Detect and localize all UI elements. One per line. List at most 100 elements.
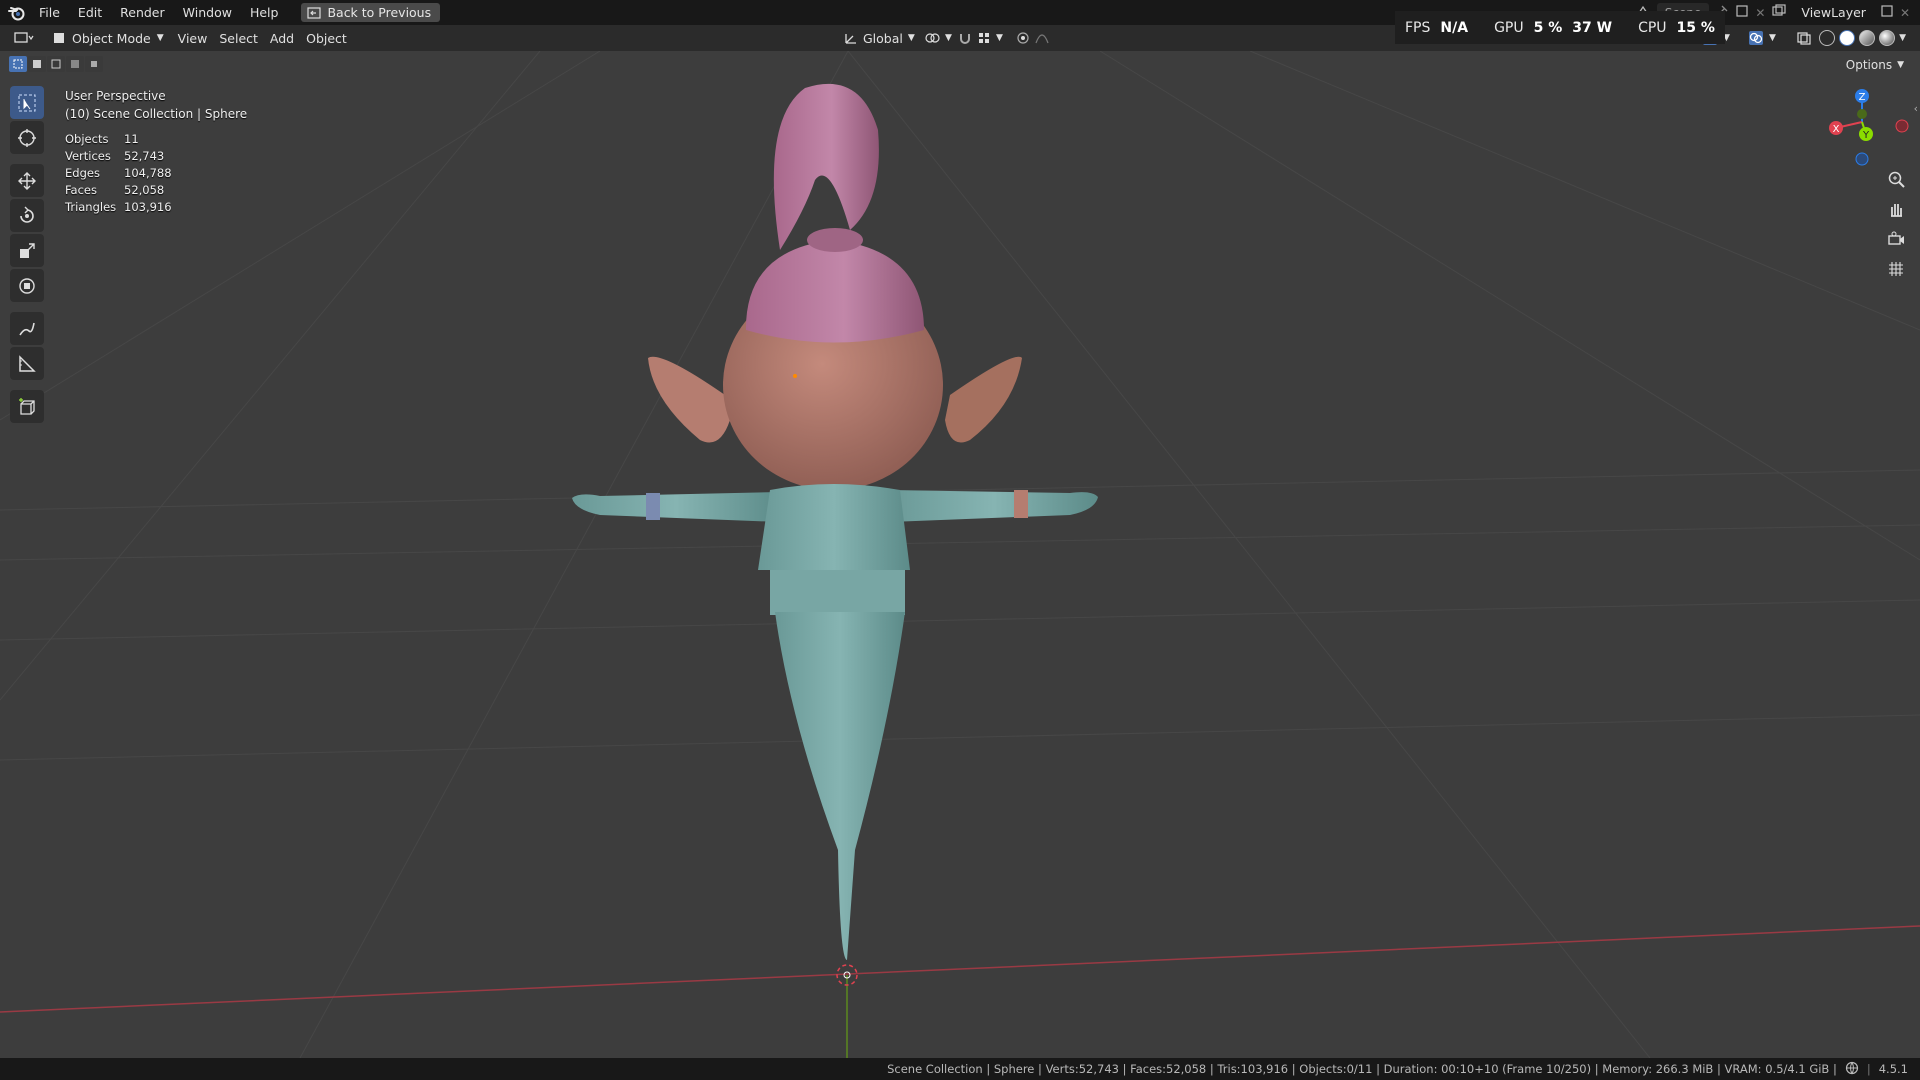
remove-scene-icon[interactable]: ✕	[1755, 6, 1765, 20]
menu-render[interactable]: Render	[111, 0, 174, 25]
back-to-previous-button[interactable]: Back to Previous	[301, 3, 441, 22]
sidebar-toggle-icon[interactable]: ‹	[1914, 102, 1918, 115]
status-bar: Scene Collection | Sphere | Verts:52,743…	[0, 1058, 1920, 1080]
camera-view-icon[interactable]	[1884, 228, 1908, 250]
separator: |	[1866, 1062, 1871, 1076]
rotate-tool[interactable]	[10, 199, 44, 232]
x-axis-line	[0, 925, 1920, 1013]
viewport-info: User Perspective (10) Scene Collection |…	[65, 87, 247, 123]
stat-row: Triangles 103,916	[65, 199, 172, 216]
gizmo-z-label: Z	[1859, 92, 1866, 103]
remove-view-layer-icon[interactable]: ✕	[1900, 6, 1910, 20]
pan-hand-icon[interactable]	[1884, 198, 1908, 220]
gpu-label: GPU	[1494, 19, 1524, 36]
stat-row: Edges 104,788	[65, 165, 172, 182]
menu-add[interactable]: Add	[264, 25, 300, 51]
menu-select[interactable]: Select	[213, 25, 264, 51]
menu-view[interactable]: View	[172, 25, 214, 51]
wireframe-shading-icon[interactable]	[1819, 30, 1836, 46]
cursor-tool[interactable]	[10, 121, 44, 154]
stat-value: 11	[124, 132, 139, 146]
character-model	[572, 83, 1098, 986]
status-text: Scene Collection | Sphere | Verts:52,743…	[887, 1062, 1837, 1076]
material-shading-icon[interactable]	[1859, 30, 1876, 46]
add-cube-tool[interactable]	[10, 390, 44, 423]
snap-toggle[interactable]: ▼	[952, 25, 1009, 51]
zoom-icon[interactable]	[1884, 168, 1908, 190]
navigation-gizmo[interactable]: Z X Y	[1822, 84, 1912, 174]
object-mode-icon	[54, 33, 64, 43]
object-mode-label: Object Mode	[72, 30, 151, 46]
new-view-layer-icon[interactable]	[1880, 4, 1894, 21]
select-extend-icon[interactable]	[28, 56, 46, 72]
move-tool[interactable]	[10, 164, 44, 197]
3d-viewport[interactable]	[0, 51, 1920, 1058]
network-globe-icon[interactable]	[1845, 1061, 1859, 1078]
menu-object[interactable]: Object	[300, 25, 353, 51]
viewport-shading-buttons: ▼	[1819, 30, 1906, 46]
view-layer-field[interactable]: ViewLayer	[1793, 3, 1874, 22]
select-subtract-icon[interactable]	[47, 56, 65, 72]
stat-value: 103,916	[124, 200, 172, 214]
menu-window[interactable]: Window	[174, 0, 241, 25]
transform-orientation-label: Global	[863, 30, 903, 46]
stat-label: Objects	[65, 132, 109, 146]
performance-overlay: FPS N/A GPU 5 % 37 W CPU 15 %	[1395, 11, 1725, 44]
chevron-down-icon: ▼	[945, 33, 952, 43]
editor-type-icon	[14, 32, 34, 43]
stat-row: Objects 11	[65, 131, 172, 148]
fps-value: N/A	[1440, 19, 1469, 36]
stat-value: 52,058	[124, 183, 165, 197]
select-box-tool[interactable]	[10, 86, 44, 119]
magnet-icon	[960, 34, 970, 44]
stat-value: 104,788	[124, 166, 172, 180]
menu-help[interactable]: Help	[241, 0, 288, 25]
cursor-arrow-icon	[18, 94, 36, 111]
overlays-toggle[interactable]: ▼	[1742, 25, 1782, 51]
measure-tool[interactable]	[10, 347, 44, 380]
view-perspective-label: User Perspective	[65, 89, 166, 103]
pencil-icon	[19, 322, 35, 335]
options-dropdown[interactable]: Options ▼	[1840, 56, 1910, 74]
cpu-percent: 15 %	[1676, 19, 1715, 36]
add-cube-icon	[19, 397, 35, 415]
solid-shading-icon[interactable]	[1839, 30, 1856, 46]
fps-label: FPS	[1405, 19, 1431, 36]
stat-label: Triangles	[65, 200, 117, 214]
scene-statistics: Objects 11 Vertices 52,743 Edges 104,788 Fa…	[65, 131, 172, 216]
transform-tool[interactable]	[10, 269, 44, 302]
viewport-navigation-icons	[1884, 168, 1908, 280]
falloff-icon	[1035, 34, 1049, 44]
gizmo-neg-x-icon	[1895, 119, 1909, 133]
menu-edit[interactable]: Edit	[69, 0, 111, 25]
ruler-icon	[19, 354, 36, 372]
new-scene-icon[interactable]	[1735, 4, 1749, 21]
transform-orientation-dropdown[interactable]: Global ▼	[838, 25, 921, 51]
menu-file[interactable]: File	[30, 0, 69, 25]
select-intersect-icon[interactable]	[85, 56, 103, 72]
back-to-previous-label: Back to Previous	[327, 5, 432, 20]
gpu-percent: 5 %	[1533, 19, 1563, 36]
transform-icon	[19, 277, 35, 294]
xray-toggle[interactable]	[1790, 25, 1818, 51]
gizmo-neg-z-icon	[1855, 152, 1869, 166]
annotate-tool[interactable]	[10, 312, 44, 345]
ortho-grid-icon[interactable]	[1884, 258, 1908, 280]
chevron-down-icon: ▼	[996, 33, 1003, 43]
select-invert-icon[interactable]	[66, 56, 84, 72]
select-new-icon[interactable]	[9, 56, 27, 72]
stat-label: Vertices	[65, 149, 111, 163]
object-mode-dropdown[interactable]: Object Mode ▼	[44, 28, 172, 48]
stat-value: 52,743	[124, 149, 165, 163]
back-arrow-icon	[307, 6, 322, 19]
chevron-down-icon[interactable]: ▼	[1899, 33, 1906, 43]
chevron-down-icon: ▼	[1897, 60, 1904, 70]
blender-logo-icon[interactable]	[4, 0, 30, 25]
editor-type-button[interactable]	[8, 25, 40, 51]
gizmo-y-label: Y	[1862, 130, 1870, 141]
scale-tool[interactable]	[10, 234, 44, 267]
stat-row: Faces 52,058	[65, 182, 172, 199]
rendered-shading-icon[interactable]	[1879, 30, 1896, 46]
view-layer-icon[interactable]	[1771, 4, 1787, 21]
proportional-edit-toggle[interactable]	[1010, 25, 1055, 51]
